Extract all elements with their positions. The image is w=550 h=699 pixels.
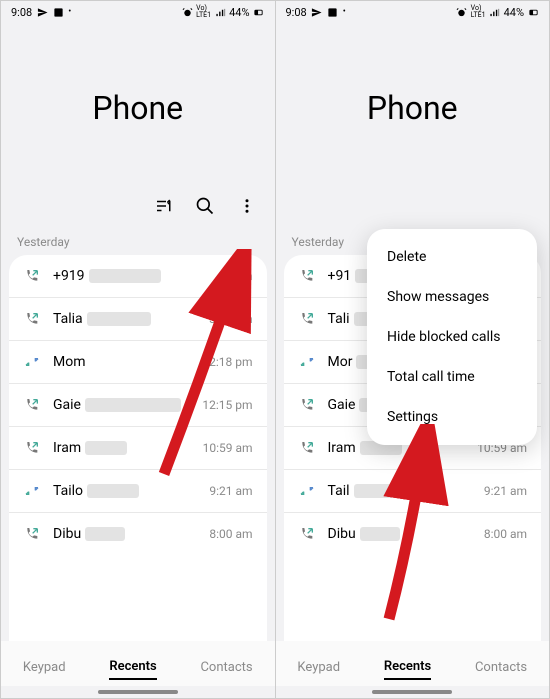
app-title: Phone (92, 89, 183, 127)
call-direction-icon (298, 267, 316, 285)
lte-indicator: Vo)LTE1 (471, 5, 486, 19)
call-direction-icon (23, 525, 41, 543)
filter-icon[interactable] (153, 196, 173, 216)
call-time: 55 pm (219, 269, 253, 283)
toolbar (1, 193, 275, 225)
battery-percent: 44% (229, 6, 249, 19)
bottom-tabs: Keypad Recents Contacts (276, 641, 550, 686)
gesture-bar (98, 690, 178, 694)
call-name: Iram (53, 440, 195, 456)
status-time: 9:08 (286, 6, 307, 19)
bottom-tabs: Keypad Recents Contacts (1, 641, 275, 686)
call-row[interactable]: Talia 3:10 pm (9, 297, 267, 340)
tab-contacts[interactable]: Contacts (475, 656, 527, 679)
status-time: 9:08 (11, 6, 32, 19)
call-direction-icon (23, 267, 41, 285)
call-time: 8:00 am (484, 527, 527, 541)
call-direction-icon (298, 396, 316, 414)
battery-icon (527, 6, 539, 18)
gesture-bar (372, 690, 452, 694)
call-direction-icon (298, 525, 316, 543)
alarm-icon (181, 6, 193, 18)
call-direction-icon (23, 396, 41, 414)
call-name: Gaie (53, 397, 194, 413)
call-name: +919 (53, 268, 211, 284)
signal-icon (489, 6, 501, 18)
status-dot: • (68, 7, 71, 17)
call-name: Tailat (328, 483, 476, 499)
status-bar: 9:08 • Vo)LTE1 44% (1, 1, 275, 23)
call-row[interactable]: Mom 2:18 pm (9, 340, 267, 383)
call-name: Mom (53, 354, 201, 370)
call-row[interactable]: +919 55 pm (9, 255, 267, 297)
call-time: 12:15 pm (202, 398, 252, 412)
call-list: +919 55 pm Talia 3:10 pm Mom 2:18 pm Gaie 12:15… (9, 255, 267, 641)
menu-item-hide-blocked-calls[interactable]: Hide blocked calls (367, 317, 537, 357)
phone-screen-left: 9:08 • Vo)LTE1 44% (0, 0, 276, 699)
tab-recents[interactable]: Recents (109, 655, 156, 680)
call-name: Dibu (328, 526, 476, 542)
call-direction-icon (23, 439, 41, 457)
call-row[interactable]: Dibu 8:00 am (9, 512, 267, 555)
overflow-menu: DeleteShow messagesHide blocked callsTot… (367, 229, 537, 445)
call-row[interactable]: Dibu 8:00 am (284, 512, 542, 555)
lte-indicator: Vo)LTE1 (196, 5, 211, 19)
menu-item-delete[interactable]: Delete (367, 237, 537, 277)
tab-recents[interactable]: Recents (384, 655, 431, 680)
call-time: 9:21 am (209, 484, 252, 498)
call-row[interactable]: Tailat 9:21 am (284, 469, 542, 512)
hero: Phone (276, 23, 550, 193)
send-icon (311, 6, 323, 18)
call-name: Tailo (53, 483, 201, 499)
call-name: Talia (53, 311, 201, 327)
call-row[interactable]: Tailo 9:21 am (9, 469, 267, 512)
hero: Phone (1, 23, 275, 193)
menu-item-total-call-time[interactable]: Total call time (367, 357, 537, 397)
tab-keypad[interactable]: Keypad (297, 656, 340, 679)
image-icon (327, 6, 339, 18)
image-icon (52, 6, 64, 18)
call-time: 8:00 am (209, 527, 252, 541)
call-name: Dibu (53, 526, 201, 542)
call-row[interactable]: Gaie 12:15 pm (9, 383, 267, 426)
call-row[interactable]: Iram 10:59 am (9, 426, 267, 469)
send-icon (36, 6, 48, 18)
call-direction-icon (23, 482, 41, 500)
battery-icon (253, 6, 265, 18)
menu-item-settings[interactable]: Settings (367, 397, 537, 437)
tab-contacts[interactable]: Contacts (200, 656, 252, 679)
app-title: Phone (367, 89, 458, 127)
call-time: 9:21 am (484, 484, 527, 498)
call-time: 3:10 pm (209, 312, 252, 326)
call-time: 2:18 pm (209, 355, 252, 369)
menu-item-show-messages[interactable]: Show messages (367, 277, 537, 317)
call-direction-icon (23, 310, 41, 328)
status-dot: • (343, 7, 346, 17)
section-yesterday: Yesterday (1, 225, 275, 255)
call-time: 10:59 am (203, 441, 253, 455)
phone-screen-right: 9:08 • Vo)LTE1 44% (276, 0, 550, 699)
call-direction-icon (298, 310, 316, 328)
call-direction-icon (298, 439, 316, 457)
call-direction-icon (298, 482, 316, 500)
more-icon[interactable] (237, 196, 257, 216)
signal-icon (214, 6, 226, 18)
search-icon[interactable] (195, 196, 215, 216)
status-bar: 9:08 • Vo)LTE1 44% (276, 1, 550, 23)
call-direction-icon (23, 353, 41, 371)
call-direction-icon (298, 353, 316, 371)
tab-keypad[interactable]: Keypad (23, 656, 66, 679)
battery-percent: 44% (504, 6, 524, 19)
alarm-icon (456, 6, 468, 18)
